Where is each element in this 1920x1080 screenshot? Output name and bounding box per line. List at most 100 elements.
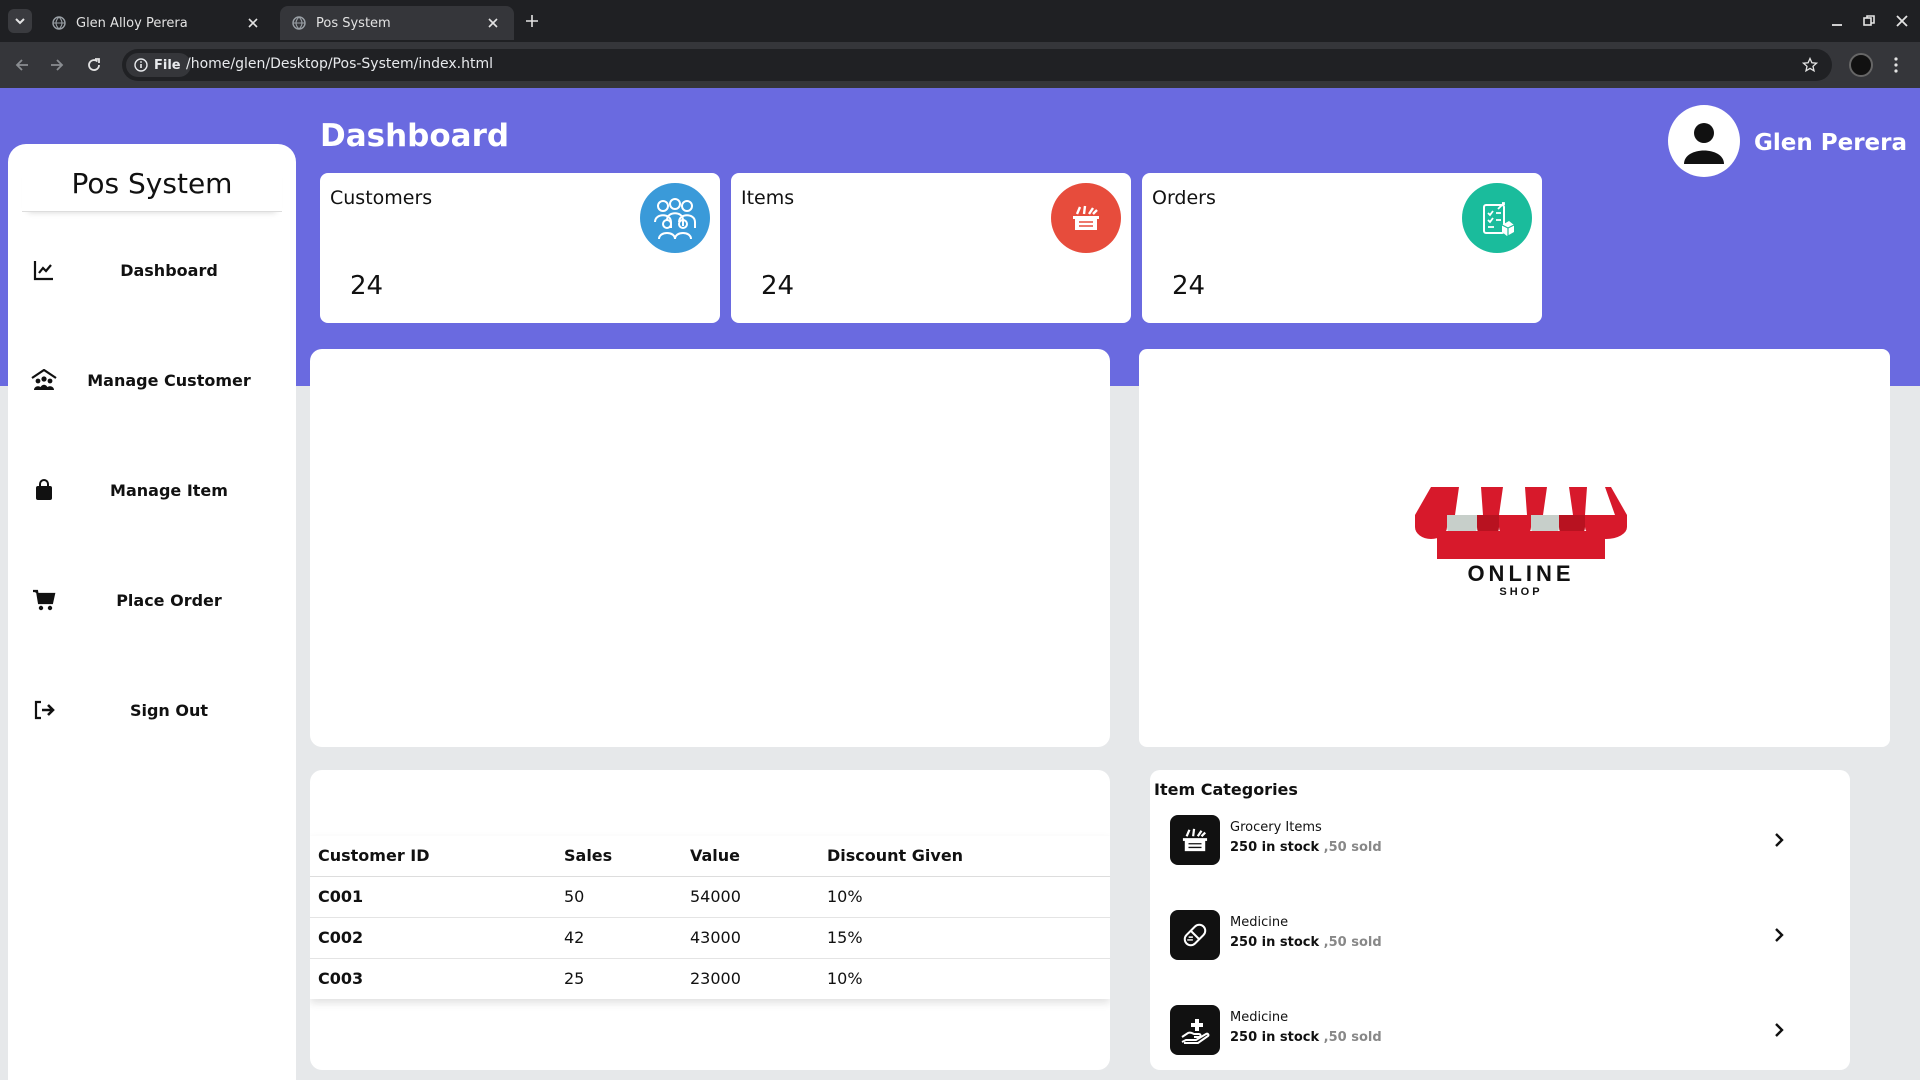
close-icon[interactable] (244, 14, 262, 32)
extension-icon[interactable] (1849, 53, 1873, 77)
stat-title: Items (741, 187, 795, 209)
globe-icon (292, 16, 306, 30)
browser-menu-button[interactable] (1886, 53, 1906, 77)
cell-customer-id: C003 (310, 957, 556, 999)
cell-value: 54000 (682, 875, 819, 917)
cell-value: 23000 (682, 957, 819, 999)
cell-discount: 15% (819, 916, 1110, 958)
people-roof-icon (28, 364, 60, 396)
page-viewport: Pos System Dashboard Manage Customer Man… (0, 88, 1920, 1080)
stat-card-items[interactable]: Items 24 (731, 173, 1131, 323)
tab-title: Glen Alloy Perera (76, 15, 188, 31)
grocery-basket-icon (1051, 183, 1121, 253)
minimize-button[interactable] (1828, 12, 1846, 30)
new-tab-button[interactable] (522, 11, 542, 31)
minimize-icon (1832, 24, 1842, 26)
cell-customer-id: C002 (310, 916, 556, 958)
category-name: Grocery Items (1230, 820, 1322, 835)
sidebar-item-label: Dashboard (120, 260, 218, 280)
cart-icon (28, 584, 60, 616)
sign-out-icon (28, 694, 60, 726)
pill-icon (1170, 910, 1220, 960)
cell-value: 43000 (682, 916, 819, 958)
more-vert-icon (1894, 57, 1898, 73)
globe-icon (52, 16, 66, 30)
chevron-down-icon (15, 18, 25, 25)
cell-sales: 42 (556, 916, 682, 958)
sidebar-item-dashboard[interactable]: Dashboard (28, 250, 278, 290)
page-title: Dashboard (320, 118, 510, 154)
user-name: Glen Perera (1754, 130, 1908, 156)
sidebar-item-manage-customer[interactable]: Manage Customer (28, 360, 278, 400)
order-list-icon (1462, 183, 1532, 253)
restore-button[interactable] (1860, 12, 1878, 30)
user-avatar[interactable] (1668, 105, 1740, 177)
chart-line-icon (28, 254, 60, 286)
user-icon (1684, 123, 1724, 164)
column-header: Sales (556, 836, 682, 877)
stat-card-customers[interactable]: Customers 24 (320, 173, 720, 323)
cell-customer-id: C001 (310, 875, 556, 917)
shopping-bag-icon (28, 474, 60, 506)
brand-title: Pos System (22, 162, 282, 212)
sidebar: Pos System Dashboard Manage Customer Man… (8, 144, 296, 1080)
people-group-icon (640, 183, 710, 253)
cell-sales: 50 (556, 875, 682, 917)
back-button[interactable] (10, 53, 34, 77)
category-item-medicine[interactable]: Medicine 250 in stock ,50 sold (1170, 910, 1830, 962)
chevron-right-icon[interactable] (1768, 829, 1790, 851)
category-sold: ,50 sold (1323, 840, 1382, 855)
online-shop-logo: ONLINE SHOP (1415, 487, 1627, 598)
chevron-right-icon[interactable] (1768, 1019, 1790, 1041)
browser-toolbar: File /home/glen/Desktop/Pos-System/index… (0, 42, 1920, 88)
chart-panel (310, 349, 1110, 747)
category-name: Medicine (1230, 1010, 1289, 1025)
stat-value: 24 (761, 271, 795, 301)
sidebar-item-sign-out[interactable]: Sign Out (28, 690, 278, 730)
cell-discount: 10% (819, 957, 1110, 999)
bookmark-star-icon[interactable] (1800, 55, 1820, 75)
cell-discount: 10% (819, 875, 1110, 917)
table-row: C002 42 43000 15% (310, 916, 1110, 958)
table-row: C003 25 23000 10% (310, 957, 1110, 999)
hand-holding-medical-icon (1170, 1005, 1220, 1055)
tab-search-button[interactable] (8, 9, 32, 33)
table-header-row: Customer ID Sales Value Discount Given (310, 836, 1110, 877)
address-bar[interactable]: File /home/glen/Desktop/Pos-System/index… (122, 49, 1832, 81)
chevron-right-icon[interactable] (1768, 924, 1790, 946)
category-sold: ,50 sold (1323, 935, 1382, 950)
tab-glen-alloy-perera[interactable]: Glen Alloy Perera (40, 6, 274, 40)
column-header: Discount Given (819, 836, 1110, 877)
reload-icon (88, 58, 100, 71)
table-row: C001 50 54000 10% (310, 875, 1110, 917)
category-stock: 250 in stock ,50 sold (1230, 1030, 1382, 1045)
browser-tab-strip: Glen Alloy Perera Pos System (0, 0, 1920, 42)
forward-button[interactable] (45, 53, 69, 77)
sidebar-item-label: Manage Item (110, 480, 228, 500)
arrow-right-icon (51, 59, 64, 71)
stat-card-orders[interactable]: Orders 24 (1142, 173, 1542, 323)
close-icon[interactable] (484, 14, 502, 32)
arrow-left-icon (15, 59, 28, 71)
sales-table-panel: Customer ID Sales Value Discount Given C… (310, 770, 1110, 1070)
sidebar-item-manage-item[interactable]: Manage Item (28, 470, 278, 510)
stat-title: Customers (330, 187, 433, 209)
stat-value: 24 (1172, 271, 1206, 301)
shop-banner-panel: ONLINE SHOP (1139, 349, 1890, 747)
category-item-medicine-2[interactable]: Medicine 250 in stock ,50 sold (1170, 1005, 1830, 1057)
category-stock: 250 in stock ,50 sold (1230, 935, 1382, 950)
column-header: Value (682, 836, 819, 877)
sales-table: Customer ID Sales Value Discount Given C… (310, 836, 1110, 999)
categories-heading: Item Categories (1154, 780, 1298, 799)
scheme-label: File (154, 57, 181, 73)
info-icon (134, 58, 148, 72)
sidebar-item-place-order[interactable]: Place Order (28, 580, 278, 620)
category-item-grocery[interactable]: Grocery Items 250 in stock ,50 sold (1170, 815, 1830, 867)
close-window-button[interactable] (1893, 12, 1911, 30)
site-info-chip[interactable]: File (126, 53, 191, 77)
reload-button[interactable] (82, 53, 106, 77)
grocery-basket-icon (1170, 815, 1220, 865)
close-icon (1896, 15, 1908, 27)
tab-pos-system[interactable]: Pos System (280, 6, 514, 40)
plus-icon (526, 15, 538, 27)
